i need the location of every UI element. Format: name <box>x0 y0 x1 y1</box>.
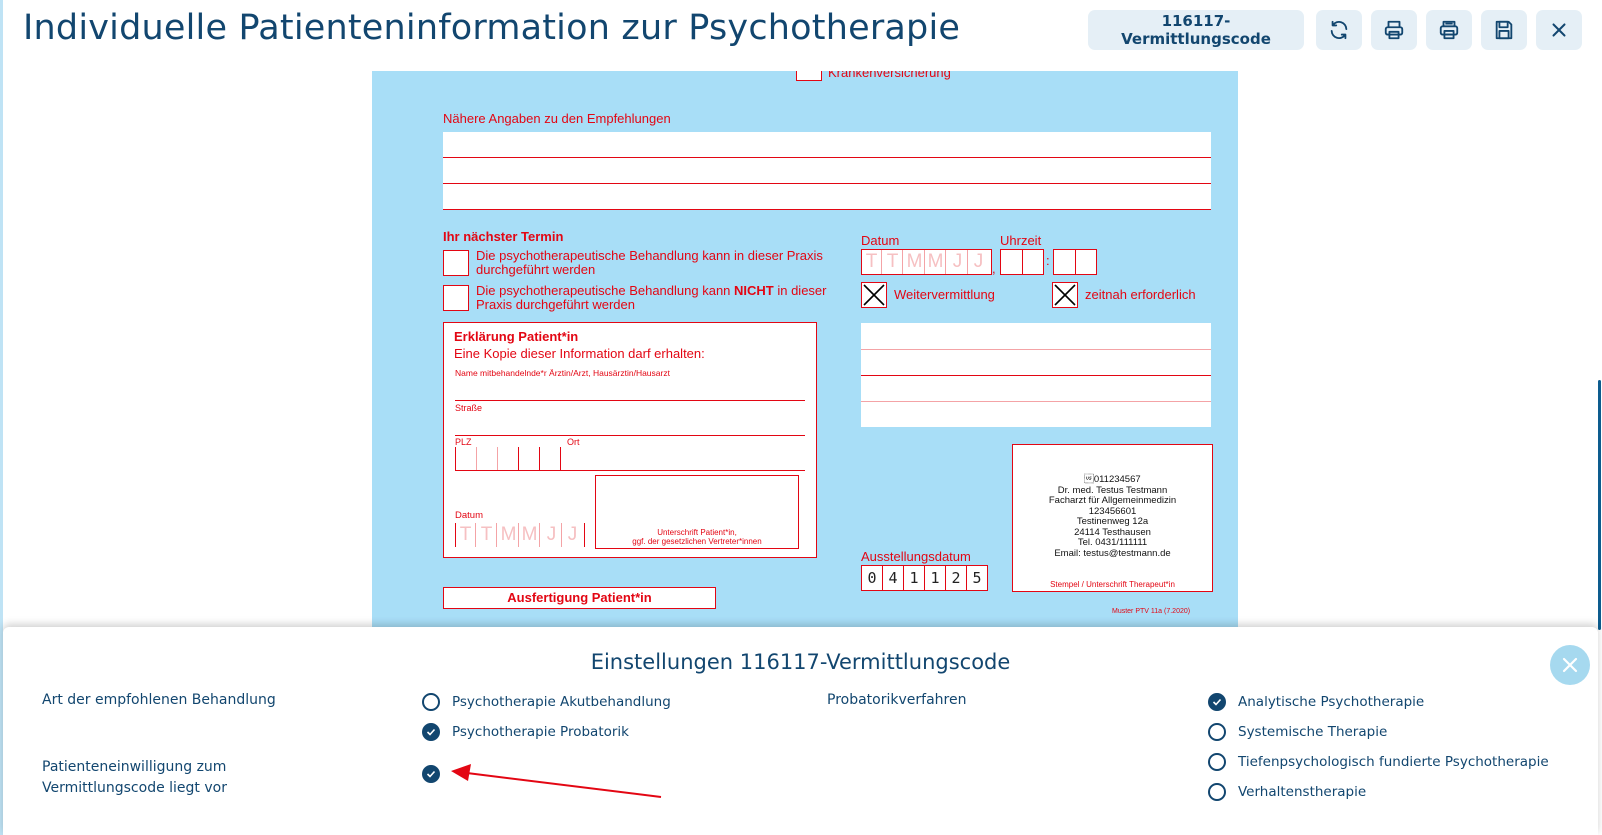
close-icon <box>1562 657 1578 673</box>
checkbox-checked-icon <box>422 765 440 783</box>
weitervermittlung-label: Weitervermittlung <box>894 287 995 302</box>
erklaerung-title: Erklärung Patient*in <box>454 329 579 344</box>
termin-minute-field[interactable] <box>1053 249 1097 275</box>
option-probatorik[interactable]: Psychotherapie Probatorik <box>422 723 629 741</box>
erklaerung-datum-field[interactable]: T T M M J J <box>455 523 585 547</box>
ort-label: Ort <box>567 437 580 447</box>
krankenversicherung-label: Krankenversicherung <box>828 71 951 80</box>
strasse-field[interactable] <box>455 435 805 436</box>
refresh-icon <box>1330 20 1348 40</box>
print-icon <box>1384 20 1404 40</box>
radio-unchecked-icon <box>1208 753 1226 771</box>
zeitnah-checkbox[interactable] <box>1052 282 1078 308</box>
stempel-caption: Stempel / Unterschrift Therapeut*in <box>1050 580 1175 589</box>
ptv-form-preview: Krankenversicherung Nähere Angaben zu de… <box>372 71 1238 631</box>
ausfertigung-label: Ausfertigung Patient*in <box>443 587 716 609</box>
termin-stunde-field[interactable] <box>1000 249 1044 275</box>
page-title: Individuelle Patienteninformation zur Ps… <box>23 8 961 48</box>
naehere-angaben-field[interactable] <box>443 132 1211 210</box>
option-analytische[interactable]: Analytische Psychotherapie <box>1208 693 1424 711</box>
behandlung-kann-checkbox[interactable] <box>443 250 469 276</box>
unterschrift-field[interactable]: Unterschrift Patient*in, ggf. der gesetz… <box>595 475 799 549</box>
termin-datum-field[interactable]: T T M M J J <box>861 249 992 275</box>
close-button[interactable] <box>1536 10 1582 50</box>
print-multiple-button[interactable] <box>1426 10 1472 50</box>
naechster-termin-label: Ihr nächster Termin <box>443 229 564 244</box>
vermittlungscode-button[interactable]: 116117-Vermittlungscode <box>1088 10 1304 50</box>
termin-uhrzeit-label: Uhrzeit <box>1000 233 1042 248</box>
name-field[interactable] <box>455 400 805 401</box>
naehere-angaben-label: Nähere Angaben zu den Empfehlungen <box>443 111 671 126</box>
radio-unchecked-icon <box>1208 783 1226 801</box>
radio-unchecked-icon <box>422 693 440 711</box>
stempel-box: 011234567 Dr. med. Testus Testmann Facha… <box>1012 444 1213 592</box>
save-button[interactable] <box>1481 10 1527 50</box>
radio-unchecked-icon <box>1208 723 1226 741</box>
name-field-label: Name mitbehandelnde*r Ärztin/Arzt, Hausä… <box>455 368 670 378</box>
strasse-label: Straße <box>455 403 483 413</box>
option-akutbehandlung[interactable]: Psychotherapie Akutbehandlung <box>422 693 671 711</box>
muster-label: Muster PTV 11a (7.2020) <box>1112 608 1191 615</box>
scrollbar-thumb[interactable] <box>1598 380 1601 630</box>
behandlung-kann-nicht-checkbox[interactable] <box>443 285 469 311</box>
plz-ort-field[interactable] <box>455 470 805 471</box>
erklaerung-datum-label: Datum <box>455 510 483 521</box>
termin-datum-label: Datum <box>861 233 900 248</box>
print-multiple-icon <box>1439 20 1459 40</box>
refresh-button[interactable] <box>1316 10 1362 50</box>
art-behandlung-label: Art der empfohlenen Behandlung <box>42 692 276 708</box>
krankenversicherung-checkbox[interactable] <box>796 71 822 81</box>
option-tiefenpsychologisch[interactable]: Tiefenpsychologisch fundierte Psychother… <box>1208 753 1549 771</box>
einwilligung-label: Patienteneinwilligung zum Vermittlungsco… <box>42 759 227 796</box>
settings-title: Einstellungen 116117-Vermittlungscode <box>590 650 1011 674</box>
annotation-arrow-icon <box>451 764 662 798</box>
erklaerung-box: Erklärung Patient*in Eine Kopie dieser I… <box>443 322 817 558</box>
option-verhaltenstherapie[interactable]: Verhaltenstherapie <box>1208 783 1366 801</box>
probatorikverfahren-label: Probatorikverfahren <box>827 692 967 708</box>
behandlung-kann-label: Die psychotherapeutische Behandlung kann… <box>476 248 823 277</box>
print-button[interactable] <box>1371 10 1417 50</box>
settings-close-button[interactable] <box>1550 645 1590 685</box>
plz-label: PLZ <box>455 437 472 447</box>
option-systemische[interactable]: Systemische Therapie <box>1208 723 1387 741</box>
einwilligung-checkbox[interactable] <box>422 765 452 783</box>
radio-checked-icon <box>422 723 440 741</box>
radio-checked-icon <box>1208 693 1226 711</box>
close-icon <box>1552 23 1566 37</box>
ausstellungsdatum-label: Ausstellungsdatum <box>861 549 971 564</box>
settings-panel: Einstellungen 116117-Vermittlungscode Ar… <box>3 627 1598 835</box>
zeitnah-label: zeitnah erforderlich <box>1085 287 1196 302</box>
stempel-text: 011234567 Dr. med. Testus Testmann Facha… <box>1048 474 1177 559</box>
erklaerung-subtitle: Eine Kopie dieser Information darf erhal… <box>454 346 705 361</box>
weitervermittlung-checkbox[interactable] <box>861 282 887 308</box>
ausstellungsdatum-field[interactable]: 0 4 1 1 2 5 <box>861 565 988 591</box>
save-icon <box>1495 20 1513 40</box>
behandlung-kann-nicht-label: Die psychotherapeutische Behandlung kann… <box>476 283 827 312</box>
